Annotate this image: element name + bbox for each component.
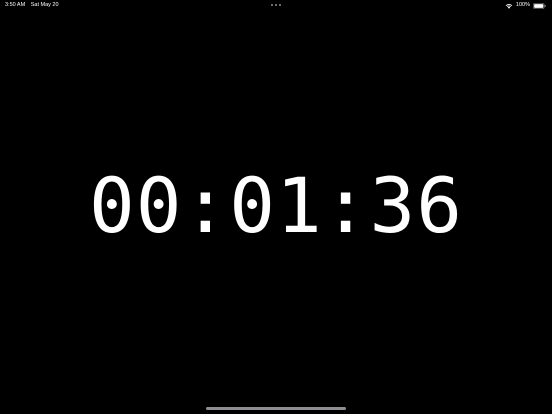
status-left: 3:50 AM Sat May 20	[5, 2, 59, 9]
multitasking-ellipsis-icon[interactable]	[271, 4, 281, 7]
dot	[275, 4, 277, 6]
status-time: 3:50 AM	[5, 2, 26, 8]
home-indicator[interactable]	[206, 407, 346, 410]
dot	[279, 4, 281, 6]
timer-display: 00:01:36	[88, 161, 464, 250]
battery-percent: 100%	[515, 2, 530, 8]
wifi-icon	[505, 3, 513, 9]
status-right: 100%	[505, 2, 546, 9]
battery-icon	[533, 2, 546, 9]
status-date: Sat May 20	[30, 2, 59, 8]
status-bar: 3:50 AM Sat May 20 100%	[0, 0, 552, 12]
dot	[271, 4, 273, 6]
